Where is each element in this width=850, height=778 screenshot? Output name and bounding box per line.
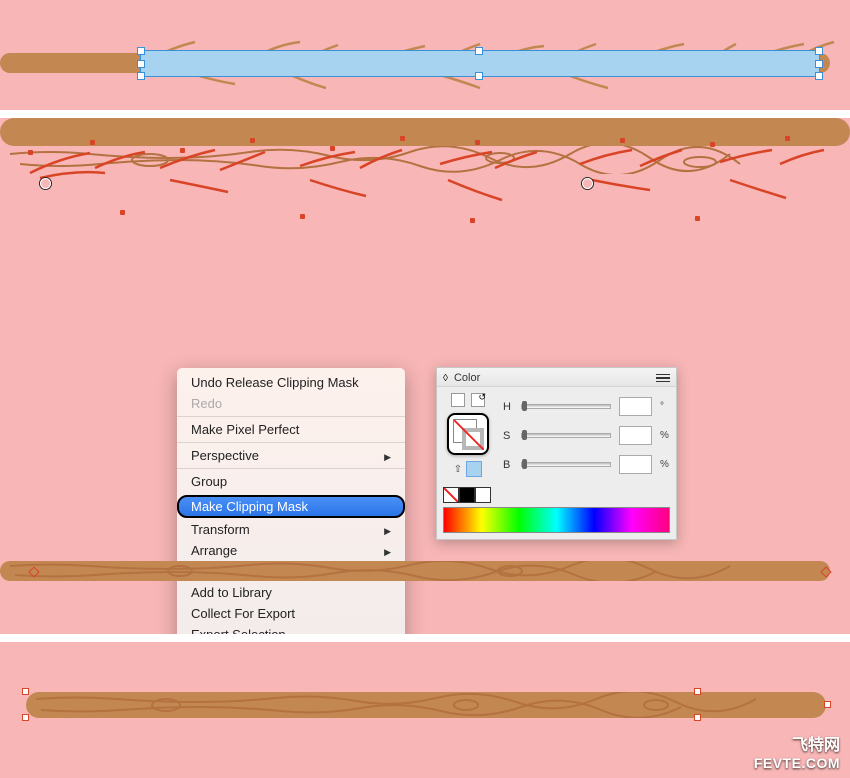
- context-menu: Undo Release Clipping Mask Redo Make Pix…: [177, 368, 405, 634]
- anchor-point[interactable]: [710, 142, 715, 147]
- selection-marker[interactable]: [22, 714, 29, 721]
- selection-handle[interactable]: [815, 47, 823, 55]
- selection-marker[interactable]: [22, 688, 29, 695]
- selection-handle[interactable]: [475, 72, 483, 80]
- saturation-unit: %: [660, 430, 670, 441]
- canvas-section-2[interactable]: Undo Release Clipping Mask Redo Make Pix…: [0, 118, 850, 634]
- anchor-point[interactable]: [620, 138, 625, 143]
- selection-handle[interactable]: [137, 72, 145, 80]
- menu-arrange[interactable]: Arrange: [177, 540, 405, 561]
- canvas-section-1[interactable]: [0, 0, 850, 110]
- anchor-origin[interactable]: [582, 178, 593, 189]
- anchor-point[interactable]: [90, 140, 95, 145]
- anchor-point[interactable]: [300, 214, 305, 219]
- white-swatch[interactable]: [475, 487, 491, 503]
- stroke-swatch-none[interactable]: [462, 428, 484, 450]
- canvas-section-3[interactable]: 飞特网 FEVTE.COM: [0, 642, 850, 778]
- saturation-slider[interactable]: [521, 433, 611, 438]
- clipping-mask-rectangle[interactable]: [140, 50, 820, 77]
- hue-value-input[interactable]: [619, 397, 652, 416]
- hue-unit: °: [660, 401, 670, 412]
- color-panel-header[interactable]: ◊ Color: [437, 368, 676, 387]
- anchor-point[interactable]: [470, 218, 475, 223]
- menu-export-selection[interactable]: Export Selection...: [177, 624, 405, 634]
- anchor-point[interactable]: [28, 150, 33, 155]
- none-swatch[interactable]: [443, 487, 459, 503]
- hue-slider[interactable]: [521, 404, 611, 409]
- anchor-point[interactable]: [330, 146, 335, 151]
- selection-marker[interactable]: [694, 688, 701, 695]
- selection-handle[interactable]: [137, 47, 145, 55]
- panel-menu-icon[interactable]: [656, 374, 670, 383]
- default-fill-stroke-icon[interactable]: ↺: [471, 393, 485, 407]
- hue-label: H: [503, 401, 513, 413]
- panel-collapse-icon[interactable]: ◊: [443, 373, 448, 384]
- menu-collect-for-export[interactable]: Collect For Export: [177, 603, 405, 624]
- fill-stroke-indicator[interactable]: [447, 413, 489, 455]
- saturation-value-input[interactable]: [619, 426, 652, 445]
- twigs-selected-overlay: [0, 138, 850, 248]
- black-swatch[interactable]: [459, 487, 475, 503]
- anchor-point[interactable]: [120, 210, 125, 215]
- color-spectrum[interactable]: [443, 507, 670, 533]
- selection-handle[interactable]: [815, 60, 823, 68]
- branch-final-grain: [26, 692, 826, 718]
- watermark-line-1: 飞特网: [754, 736, 840, 755]
- anchor-point[interactable]: [400, 136, 405, 141]
- selection-handle[interactable]: [137, 60, 145, 68]
- anchor-point[interactable]: [785, 136, 790, 141]
- swap-fill-stroke-icon[interactable]: [451, 393, 465, 407]
- selection-marker[interactable]: [824, 701, 831, 708]
- brightness-slider[interactable]: [521, 462, 611, 467]
- selection-handle[interactable]: [815, 72, 823, 80]
- anchor-point[interactable]: [475, 140, 480, 145]
- menu-undo-release-clipping-mask[interactable]: Undo Release Clipping Mask: [177, 372, 405, 393]
- menu-transform[interactable]: Transform: [177, 519, 405, 540]
- anchor-origin[interactable]: [40, 178, 51, 189]
- last-color-arrow-icon[interactable]: ⇧: [454, 464, 462, 475]
- branch-result-grain: [0, 561, 830, 581]
- anchor-point[interactable]: [250, 138, 255, 143]
- menu-make-pixel-perfect[interactable]: Make Pixel Perfect: [177, 419, 405, 440]
- brightness-unit: %: [660, 459, 670, 470]
- menu-redo: Redo: [177, 393, 405, 414]
- saturation-label: S: [503, 430, 513, 442]
- watermark-line-2: FEVTE.COM: [754, 755, 840, 772]
- active-swatch[interactable]: [466, 461, 482, 477]
- anchor-point[interactable]: [695, 216, 700, 221]
- menu-add-to-library[interactable]: Add to Library: [177, 582, 405, 603]
- menu-make-clipping-mask[interactable]: Make Clipping Mask: [177, 495, 405, 518]
- selection-handle[interactable]: [475, 47, 483, 55]
- brightness-value-input[interactable]: [619, 455, 652, 474]
- brightness-label: B: [503, 459, 513, 471]
- color-panel[interactable]: ◊ Color ↺ ⇧: [436, 367, 677, 540]
- watermark: 飞特网 FEVTE.COM: [754, 736, 840, 772]
- selection-marker[interactable]: [694, 714, 701, 721]
- menu-perspective[interactable]: Perspective: [177, 445, 405, 466]
- color-panel-title: Color: [454, 372, 480, 384]
- menu-group[interactable]: Group: [177, 471, 405, 492]
- anchor-point[interactable]: [180, 148, 185, 153]
